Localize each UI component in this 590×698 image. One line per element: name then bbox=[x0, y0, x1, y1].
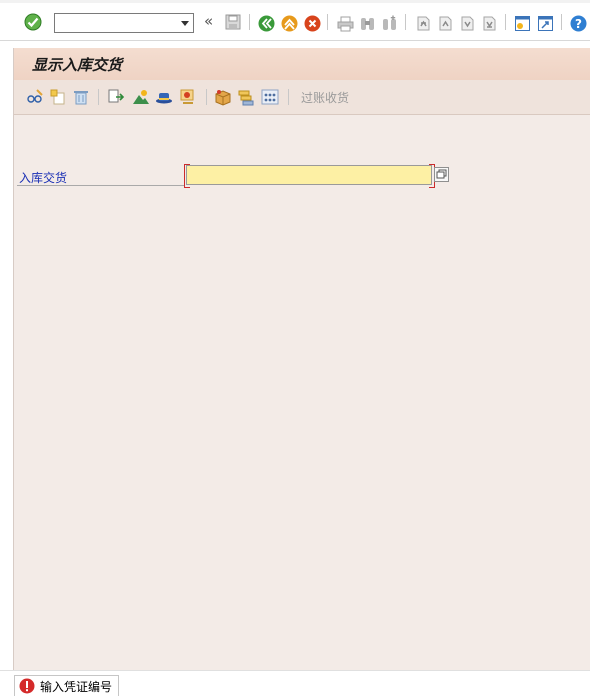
inbound-delivery-input[interactable] bbox=[190, 167, 432, 185]
batch-split-button[interactable] bbox=[237, 88, 255, 106]
previous-page-button[interactable] bbox=[436, 14, 454, 32]
page-title: 显示入库交货 bbox=[32, 56, 123, 74]
handling-units-button[interactable] bbox=[214, 88, 232, 106]
shortcut-icon bbox=[537, 15, 553, 31]
messages-button[interactable] bbox=[179, 88, 197, 106]
new-window-icon bbox=[514, 15, 530, 31]
binoculars-icon bbox=[360, 17, 374, 30]
environment-button[interactable] bbox=[132, 88, 150, 106]
back-button[interactable] bbox=[257, 14, 275, 32]
hat-icon bbox=[156, 93, 172, 104]
first-page-icon bbox=[417, 16, 429, 30]
cancel-button[interactable] bbox=[303, 14, 321, 32]
batch-icon bbox=[238, 90, 254, 106]
enter-button[interactable] bbox=[24, 13, 42, 31]
main-screen: 显示入库交货 过账收货 入库交货 bbox=[13, 48, 590, 670]
create-session-button[interactable] bbox=[513, 14, 531, 32]
generate-shortcut-button[interactable] bbox=[536, 14, 554, 32]
post-goods-receipt-button[interactable]: 过账收货 bbox=[301, 89, 349, 106]
delete-button[interactable] bbox=[72, 88, 90, 106]
partner-button[interactable] bbox=[155, 88, 173, 106]
grid-dots-icon bbox=[261, 89, 279, 105]
command-field[interactable] bbox=[54, 13, 194, 33]
cancel-icon bbox=[304, 15, 320, 31]
help-button[interactable]: ? bbox=[569, 14, 587, 32]
toolbar-separator bbox=[405, 14, 406, 30]
status-message[interactable]: 输入凭证编号 bbox=[14, 675, 120, 696]
last-page-button[interactable] bbox=[480, 14, 498, 32]
printer-icon bbox=[337, 16, 353, 31]
next-page-icon bbox=[461, 16, 473, 30]
system-toolbar: « ? bbox=[0, 0, 590, 41]
value-help-button[interactable] bbox=[434, 167, 449, 182]
toolbar-separator bbox=[249, 14, 250, 30]
collapse-command-field-button[interactable]: « bbox=[204, 12, 213, 30]
serial-numbers-button[interactable] bbox=[261, 88, 279, 106]
toolbar-separator bbox=[505, 14, 506, 30]
toolbar-separator bbox=[98, 89, 99, 105]
application-toolbar: 过账收货 bbox=[14, 80, 590, 115]
display-change-button[interactable] bbox=[26, 88, 44, 106]
message-warning-icon bbox=[180, 89, 194, 104]
glasses-pencil-icon bbox=[27, 89, 43, 103]
floppy-disk-icon bbox=[225, 14, 241, 30]
find-button[interactable] bbox=[358, 14, 376, 32]
print-button[interactable] bbox=[336, 14, 354, 32]
label-underline bbox=[17, 185, 185, 186]
exit-button[interactable] bbox=[280, 14, 298, 32]
toolbar-separator bbox=[288, 89, 289, 105]
status-message-text: 输入凭证编号 bbox=[40, 679, 113, 694]
check-icon bbox=[24, 13, 42, 31]
chevron-down-icon[interactable] bbox=[179, 17, 191, 29]
document-flow-button[interactable] bbox=[107, 88, 125, 106]
toolbar-separator bbox=[561, 14, 562, 30]
inbound-delivery-label: 入库交货 bbox=[19, 171, 68, 185]
create-document-icon bbox=[50, 89, 65, 105]
command-input[interactable] bbox=[57, 15, 179, 33]
menu-bar-strip bbox=[0, 0, 590, 3]
previous-page-icon bbox=[439, 16, 451, 30]
package-icon bbox=[215, 90, 231, 106]
last-page-icon bbox=[483, 16, 495, 30]
toolbar-separator bbox=[327, 14, 328, 30]
create-button[interactable] bbox=[49, 88, 67, 106]
back-icon bbox=[258, 15, 274, 31]
toolbar-separator bbox=[206, 89, 207, 105]
title-bar: 显示入库交货 bbox=[14, 48, 590, 81]
exit-icon bbox=[281, 15, 297, 31]
status-bar: 输入凭证编号 bbox=[0, 670, 590, 698]
first-page-button[interactable] bbox=[414, 14, 432, 32]
help-icon: ? bbox=[570, 15, 586, 31]
find-next-button[interactable] bbox=[380, 14, 398, 32]
inbound-delivery-field[interactable] bbox=[186, 165, 432, 185]
landscape-icon bbox=[133, 90, 149, 104]
trash-icon bbox=[74, 91, 88, 105]
next-page-button[interactable] bbox=[458, 14, 476, 32]
svg-text:?: ? bbox=[575, 17, 582, 31]
error-icon bbox=[19, 678, 35, 694]
binoculars-plus-icon bbox=[382, 15, 396, 30]
save-button[interactable] bbox=[224, 13, 242, 31]
document-flow-icon bbox=[108, 89, 125, 103]
value-help-icon bbox=[436, 169, 447, 179]
